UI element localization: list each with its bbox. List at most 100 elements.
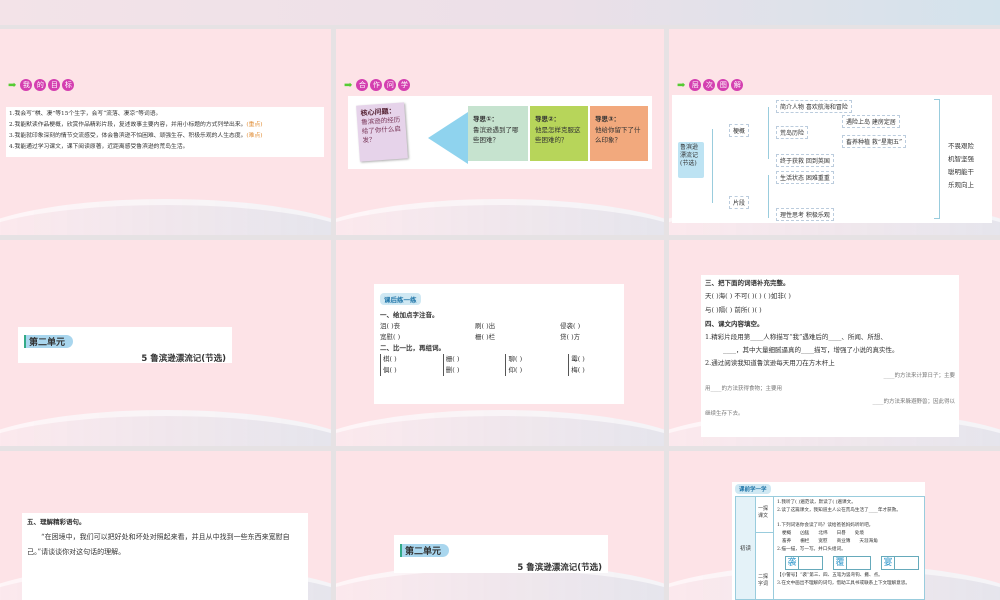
blank: 沮( )丧 [380,322,401,330]
worksheet-chip: 课前学一学 [735,484,771,494]
header-char: 图 [717,79,730,91]
slide-thumbnail-4[interactable]: 第二单元 5 鲁滨逊漂流记(节选) [0,240,331,446]
node-farming: 畜养种植 救“星期五” [842,135,907,148]
blank: 仰( ) [508,366,523,374]
header-char: 次 [703,79,716,91]
slide-thumbnail-7[interactable]: 五、理解精彩语句。 “在困境中，我们可以把好处和坏处对照起来看，并且从中找到一些… [0,451,331,600]
blank: 棋( ) [383,355,397,363]
guide-text: 他是怎样克服这些困难的？ [535,126,581,144]
header-char: 作 [370,79,383,91]
goal-line: 2.我能默读作品梗概，欣赏作品精彩片段，复述故事主要内容，并用小标题的方式列举出… [9,120,321,131]
section-header: ➡ 合作问学 [344,79,411,91]
arrow-icon: ➡ [677,79,686,91]
line: 1.我听了( )遍范读，默读了( )遍课文。 [777,500,856,505]
slide-thumbnail-1[interactable]: ➡ 我的目标 1.我会写“棋、凄”等15个生字，会写“流落、凄凉”等词语。 2.我… [0,29,331,235]
blank: 栅( )栏 [475,333,496,341]
exercise-box: 课后练一练 一、给加点字注音。 沮( )丧 刷( )出 侵袭( ) 宽慰( ) 栅( … [374,284,624,404]
blank: 聊( ) [508,355,523,363]
header-char: 标 [62,79,75,91]
trace-char: 覆 [834,557,847,569]
fill-line: 2.通过阅读我知道鲁滨逊每天用刀在方木杆上 [705,359,835,367]
fill-line: 1.精彩片段用第____人称描写“我”遇难后的____、所闻、所想、 [705,333,887,341]
guide-card-1: 导思①： 鲁滨逊遇到了哪些困难？ [468,106,528,161]
funnel-shape [428,112,468,164]
slide-thumbnail-8[interactable]: 第二单元 5 鲁滨逊漂流记(节选) [336,451,664,600]
word: 商业簿 [836,539,851,544]
section-header: ➡ 层次图解 [677,79,744,91]
section-label: 二探字词 [756,533,774,600]
worksheet: 课前学一学 初读 一探课文 二探字词 1.我听了( )遍范读，默读了( )遍课文… [732,482,925,600]
lesson-title: 5 鲁滨逊漂流记(节选) [517,563,602,573]
word: 栅栏 [800,539,810,544]
row: 宽慰( ) 栅( )栏 贷( )方 [380,332,618,343]
trace-char: 袭 [786,557,799,569]
fill-line: 天( )海( ) 不可( )( ) ( )如非( ) [705,292,791,300]
header-char: 问 [384,79,397,91]
section-label: 一探课文 [756,497,774,533]
header-char: 学 [398,79,411,91]
guide-card-2: 导思②： 他是怎样克服这些困难的？ [530,106,588,161]
line: 2.描一描，写一写。并口头组词。 [777,547,846,552]
core-question-note: 核心问题： 鲁滨逊的经历给了你什么启发？ [356,102,408,162]
word: 凶猛 [800,531,810,536]
summary-line: 不畏艰险 [948,142,974,150]
guide-text: 鲁滨逊遇到了哪些困难？ [473,126,519,144]
slide-thumbnail-6[interactable]: 三、把下面的词语补充完整。 天( )海( ) 不可( )( ) ( )如非( )… [669,240,1000,446]
blank: 霉( ) [571,355,585,363]
question-4: 四、课文内容填空。 [705,320,764,328]
guide-title: 导思①： [473,115,499,123]
line: 3.在文中画出不理解的词句，借助工具书或联系上下文理解意思。 [777,581,911,586]
guide-text: 他给你留下了什么印象？ [595,126,641,144]
arrow-icon: ➡ [344,79,353,91]
blank: 贷( )方 [560,333,581,341]
unit-label: 第二单元 [24,335,74,348]
key-tag: (重点) [246,122,263,128]
row: 沮( )丧 刷( )出 侵袭( ) [380,321,618,332]
previous-slides-row [0,0,1000,25]
fill-line: 与( )隔( ) 前所( )( ) [705,306,762,314]
header-char: 解 [731,79,744,91]
node-rescue: 终于获救 回到英国 [776,154,834,167]
blank: 宽慰( ) [380,333,401,341]
header-char: 的 [34,79,47,91]
guide-card-3: 导思③： 他给你留下了什么印象？ [590,106,648,161]
goal-line: 1.我会写“棋、凄”等15个生字，会写“流落、凄凉”等词语。 [9,111,162,117]
unit-title-box: 第二单元 5 鲁滨逊漂流记(节选) [394,535,608,573]
header-char: 我 [20,79,33,91]
question-1: 一、给加点字注音。 [380,311,439,319]
node-island: 荒岛历险 [776,126,809,139]
guide-box: 核心问题： 鲁滨逊的经历给了你什么启发？ 导思①： 鲁滨逊遇到了哪些困难？ 导思②… [348,96,652,169]
blank: 刷( )出 [475,322,496,330]
summary-line: 乐观向上 [948,181,974,189]
branch-synopsis: 梗概 [729,124,750,137]
slide-thumbnail-9[interactable]: 课前学一学 初读 一探课文 二探字词 1.我听了( )遍范读，默读了( )遍课文… [669,451,1000,600]
structure-diagram: 鲁滨逊漂流记(节选) 梗概 片段 简介人物 喜欢航海和冒险 荒岛历险 遇险上岛 … [672,95,992,223]
node-landing: 遇险上岛 建房定居 [842,115,900,128]
line: 2.读了这篇课文，我知道主人公在荒岛生活了____年才获救。 [777,508,901,513]
word: 天涯海角 [859,539,878,544]
exercise-chip: 课后练一练 [380,293,421,305]
goal-line: 4.我能通过学习课文，课下阅读原著，近距离感受鲁滨逊的荒岛生活。 [9,144,189,150]
question-2: 二、比一比，再组词。 [380,344,445,352]
guide-title: 导思③： [595,115,621,123]
trace-char: 宴 [882,557,895,569]
fill-line: 继续生存下去。 [705,411,744,417]
word: 畜养 [782,539,792,544]
header-char: 目 [48,79,61,91]
slide-thumbnail-3[interactable]: ➡ 层次图解 鲁滨逊漂流记(节选) 梗概 片段 简介人物 喜欢航海和冒险 荒岛历险… [669,29,1000,235]
word: 宽慰 [818,539,828,544]
slide-thumbnail-5[interactable]: 课后练一练 一、给加点字注音。 沮( )丧 刷( )出 侵袭( ) 宽慰( ) 栅( … [336,240,664,446]
guide-title: 导思②： [535,115,561,123]
word: 北纬 [818,531,828,536]
summary-line: 机智坚强 [948,155,974,163]
question-3: 三、把下面的词语补充完整。 [705,279,790,287]
word: 处境 [854,531,865,536]
exercise-box: 三、把下面的词语补充完整。 天( )海( ) 不可( )( ) ( )如非( )… [701,275,959,437]
blank: 栅( ) [445,355,460,363]
blank: 俱( ) [383,366,397,374]
exercise-box: 五、理解精彩语句。 “在困境中，我们可以把好处和坏处对照起来看，并且从中找到一些… [22,513,308,600]
summary: 不畏艰险 机智坚强 聪明能干 乐观向上 [948,140,974,192]
section-header: ➡ 我的目标 [8,79,75,91]
lesson-title: 5 鲁滨逊漂流记(节选) [141,354,226,364]
slide-thumbnail-2[interactable]: ➡ 合作问学 核心问题： 鲁滨逊的经历给了你什么启发？ 导思①： 鲁滨逊遇到了哪些困… [336,29,664,235]
